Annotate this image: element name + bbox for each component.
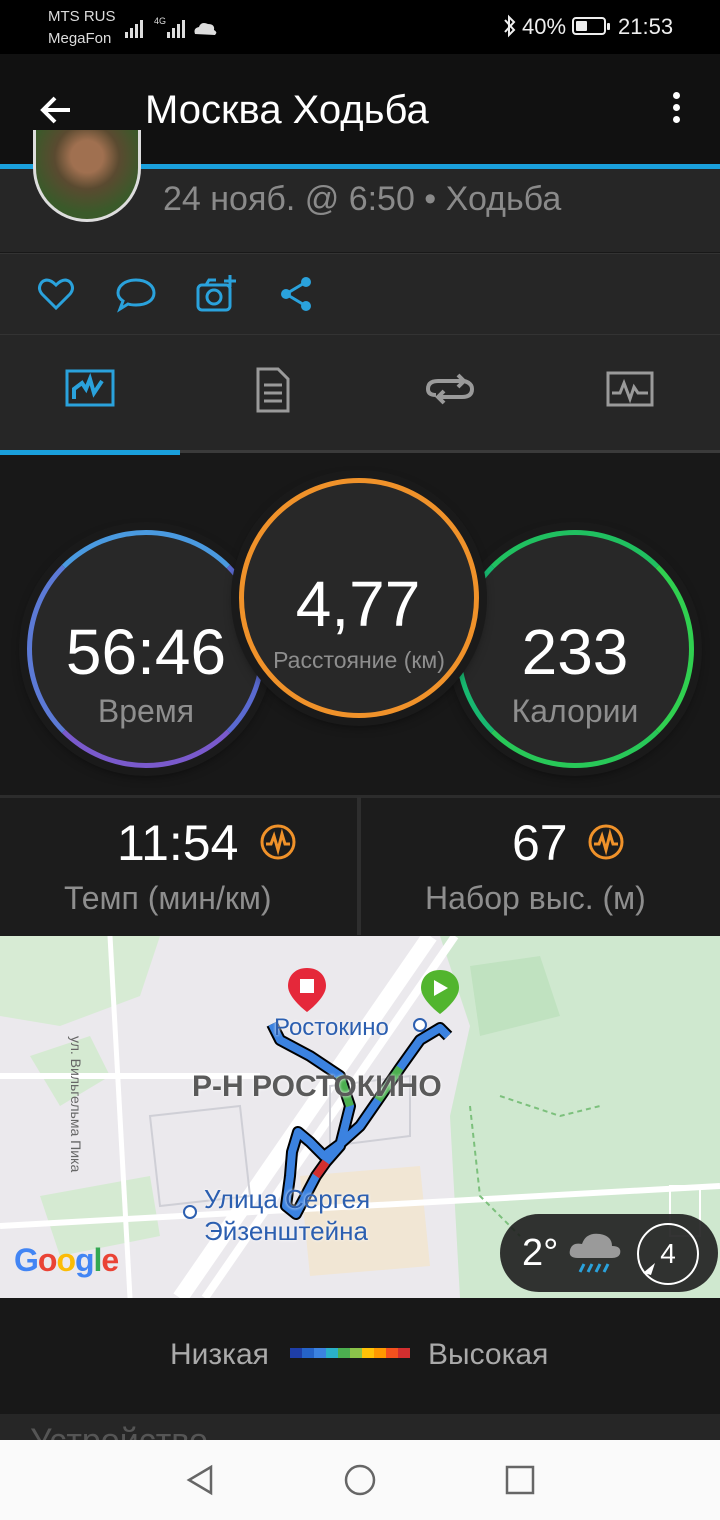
pace-value: 11:54	[117, 815, 239, 871]
station-label-2: Улица Сергея	[204, 1184, 371, 1214]
legend-low: Низкая	[170, 1338, 269, 1371]
calories-label: Калории	[511, 693, 639, 729]
wind-speed: 4	[660, 1238, 676, 1269]
legend-swatch	[398, 1348, 410, 1358]
google-logo: Google	[14, 1242, 119, 1278]
elevation-value: 67	[512, 815, 568, 871]
battery-icon	[572, 17, 610, 35]
add-photo-icon[interactable]	[194, 272, 238, 316]
comment-icon[interactable]	[114, 272, 158, 316]
arrow-back-icon[interactable]	[36, 90, 76, 130]
legend-gradient	[290, 1348, 410, 1358]
legend-swatch	[374, 1348, 386, 1358]
recents-nav-icon[interactable]	[503, 1463, 537, 1497]
time-value: 56:46	[65, 616, 227, 688]
tab-indicator-track	[180, 450, 720, 453]
time-label: Время	[97, 693, 195, 729]
distance-value: 4,77	[295, 568, 421, 640]
time-circle: 56:46 Время	[27, 530, 265, 768]
activity-pulse-icon	[588, 824, 624, 860]
laps-tab-icon[interactable]	[424, 365, 476, 413]
home-nav-icon[interactable]	[343, 1463, 377, 1497]
distance-circle: 4,77 Расстояние (км)	[239, 478, 479, 718]
rain-cloud-icon	[569, 1233, 621, 1273]
district-label: Р-Н РОСТОКИНО	[192, 1070, 442, 1103]
action-bar	[0, 253, 720, 334]
activity-subtitle: 24 нояб. @ 6:50 • Ходьба	[163, 180, 562, 218]
calories-value: 233	[521, 616, 629, 688]
bluetooth-icon	[504, 14, 516, 38]
weather-temp: 2°	[522, 1232, 559, 1274]
carrier-name: MTS RUS	[48, 8, 116, 25]
legend-swatch	[350, 1348, 362, 1358]
street-label: ул. Вильгельма Пика	[68, 1036, 84, 1173]
legend-high: Высокая	[428, 1338, 549, 1371]
device-heading: Устройство	[30, 1422, 208, 1440]
battery-percent: 40%	[522, 14, 567, 39]
calories-circle: 233 Калории	[456, 530, 694, 768]
elevation-label: Набор выс. (м)	[425, 880, 646, 916]
network-type: 4G	[154, 16, 166, 26]
page-title: Москва Ходьба	[145, 88, 429, 132]
charts-tab-icon[interactable]	[604, 365, 656, 413]
legend-swatch	[338, 1348, 350, 1358]
signal-icon: 4G	[125, 16, 217, 38]
legend-swatch	[326, 1348, 338, 1358]
stats-tab-icon[interactable]	[64, 365, 116, 413]
legend-swatch	[386, 1348, 398, 1358]
legend-swatch	[314, 1348, 326, 1358]
legend-swatch	[362, 1348, 374, 1358]
details-tab-icon[interactable]	[244, 365, 296, 413]
activity-pulse-icon	[260, 824, 296, 860]
heart-icon[interactable]	[34, 272, 78, 316]
back-nav-icon[interactable]	[183, 1463, 217, 1497]
legend-swatch	[302, 1348, 314, 1358]
carrier-name-2: MegaFon	[48, 30, 112, 47]
stats-divider	[357, 797, 361, 935]
status-time: 21:53	[618, 14, 674, 39]
station-label: Ростокино	[274, 1014, 389, 1041]
more-vert-icon[interactable]	[662, 92, 690, 132]
distance-label: Расстояние (км)	[273, 647, 445, 673]
station-label-2b: Эйзенштейна	[204, 1216, 368, 1246]
share-icon[interactable]	[274, 272, 318, 316]
pace-label: Темп (мин/км)	[64, 880, 272, 916]
legend-swatch	[290, 1348, 302, 1358]
